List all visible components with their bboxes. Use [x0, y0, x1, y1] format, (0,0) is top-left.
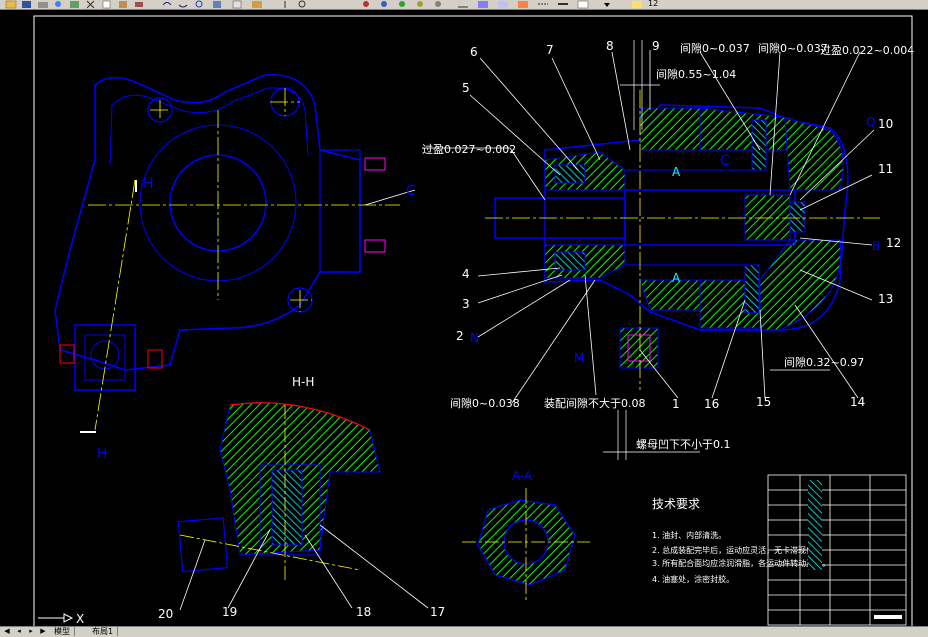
dimension-text-3: 过盈0.022~0.004 [820, 44, 914, 57]
label-a-top: A [672, 165, 681, 179]
toolbar-layer-label: 12 [648, 0, 659, 8]
linetype-icon[interactable] [536, 0, 550, 9]
part-number-6: 6 [470, 45, 478, 59]
section-title-hh: H-H [292, 375, 314, 389]
lineweight-icon[interactable] [556, 0, 570, 9]
plot-icon[interactable] [68, 0, 82, 9]
section-view-aa [462, 488, 590, 600]
cut-icon[interactable] [84, 0, 98, 9]
part-numbers-hh: 20 19 18 17 [158, 605, 445, 621]
tab-prev-arrow-icon[interactable]: ◂ [14, 627, 24, 636]
properties-icon[interactable] [230, 0, 244, 9]
label-m: M [574, 351, 584, 365]
match-properties-icon[interactable] [132, 0, 146, 9]
toolbar: 12 [0, 0, 928, 10]
redo-icon[interactable] [176, 0, 190, 9]
ucs-x-label: X [76, 612, 84, 626]
part-number-20: 20 [158, 607, 173, 621]
part-number-17: 17 [430, 605, 445, 619]
part-number-8: 8 [606, 39, 614, 53]
part-number-10: 10 [878, 117, 893, 131]
zoom-previous-icon[interactable] [378, 0, 392, 9]
zoom-window-icon[interactable] [360, 0, 374, 9]
tab-last-arrow-icon[interactable]: ▶ [38, 627, 48, 636]
section-title-aa: A-A [512, 469, 533, 483]
part-number-14: 14 [850, 395, 865, 409]
tab-first-arrow-icon[interactable]: ◀ [2, 627, 12, 636]
label-n: N [470, 331, 479, 345]
layer-state-icon[interactable] [630, 0, 644, 9]
part-number-1: 1 [672, 397, 680, 411]
dimension-text-7: 装配间隙不大于0.08 [544, 396, 646, 410]
copy-icon[interactable] [100, 0, 114, 9]
zoom-out-icon[interactable] [414, 0, 428, 9]
label-c-left: C [406, 183, 416, 199]
tech-requirement-1: 1. 油封、内部清洗。 [652, 530, 726, 540]
tab-layout1[interactable]: 布局1 [88, 627, 119, 636]
zoom-realtime-icon[interactable] [296, 0, 310, 9]
undo-icon[interactable] [160, 0, 174, 9]
tech-requirements-title: 技术要求 [652, 497, 700, 511]
part-number-3: 3 [462, 297, 470, 311]
part-number-7: 7 [546, 43, 554, 57]
tech-requirements-list: 1. 油封、内部清洗。 2. 总成装配完毕后，运动应灵活，无卡滞现象。 3. 所… [652, 530, 830, 584]
part-number-2: 2 [456, 329, 464, 343]
ucs-icon: X [38, 612, 84, 626]
drawing-canvas[interactable]: H H C A A C B Q M N 6 5 7 8 9 10 11 12 1… [0, 10, 928, 627]
dimension-text-1: 间隙0~0.037 [680, 41, 750, 55]
housing-front-view [54, 74, 386, 391]
label-q: Q [866, 115, 875, 129]
dimension-text-6: 间隙0~0.038 [450, 396, 520, 410]
label-b: B [872, 239, 880, 253]
table-icon[interactable] [576, 0, 590, 9]
zoom-in-icon[interactable] [396, 0, 410, 9]
layer-icon[interactable] [476, 0, 490, 9]
part-number-16: 16 [704, 397, 719, 411]
tab-next-arrow-icon[interactable]: ▸ [26, 627, 36, 636]
main-section-view [494, 104, 849, 369]
hyperlink-icon[interactable] [192, 0, 206, 9]
tracking-icon[interactable] [210, 0, 224, 9]
part-number-15: 15 [756, 395, 771, 409]
save-icon[interactable] [20, 0, 34, 9]
part-number-9: 9 [652, 39, 660, 53]
section-view-hh [177, 402, 381, 580]
dropdown-arrow-icon[interactable] [600, 0, 614, 9]
label-c-right: C [720, 153, 730, 169]
part-number-12: 12 [886, 236, 901, 250]
part-number-5: 5 [462, 81, 470, 95]
design-center-icon[interactable] [250, 0, 264, 9]
open-icon[interactable] [4, 0, 18, 9]
preview-icon[interactable] [52, 0, 66, 9]
color-icon[interactable] [516, 0, 530, 9]
part-number-4: 4 [462, 267, 470, 281]
layer-manager-icon[interactable] [496, 0, 510, 9]
part-number-13: 13 [878, 292, 893, 306]
part-number-18: 18 [356, 605, 371, 619]
label-h-bottom: H [97, 446, 108, 462]
dimension-text-2: 间隙0~0.037 [758, 41, 828, 55]
print-icon[interactable] [36, 0, 50, 9]
part-number-19: 19 [222, 605, 237, 619]
dimension-text-9: 间隙0.32~0.97 [784, 355, 864, 369]
dimension-text-8: 螺母凹下不小于0.1 [636, 438, 731, 451]
part-number-11: 11 [878, 162, 893, 176]
tab-model[interactable]: 模型 [50, 627, 75, 636]
dimension-text-4: 间隙0.55~1.04 [656, 67, 736, 81]
tech-requirement-4: 4. 油塞处，涂密封胶。 [652, 574, 734, 584]
dimension-style-icon[interactable] [456, 0, 470, 9]
title-block [767, 474, 907, 626]
dimension-text-5: 过盈0.027~0.002 [422, 143, 516, 156]
label-a-bottom: A [672, 271, 681, 285]
layout-tab-bar: ◀ ◂ ▸ ▶ 模型 布局1 [0, 626, 928, 637]
label-h-top: H [143, 176, 154, 192]
zoom-extents-icon[interactable] [432, 0, 446, 9]
pan-icon[interactable] [278, 0, 292, 9]
tech-requirement-3: 3. 所有配合面均应涂润滑脂，各运动件转动灵活。 [652, 558, 830, 568]
paste-icon[interactable] [116, 0, 130, 9]
